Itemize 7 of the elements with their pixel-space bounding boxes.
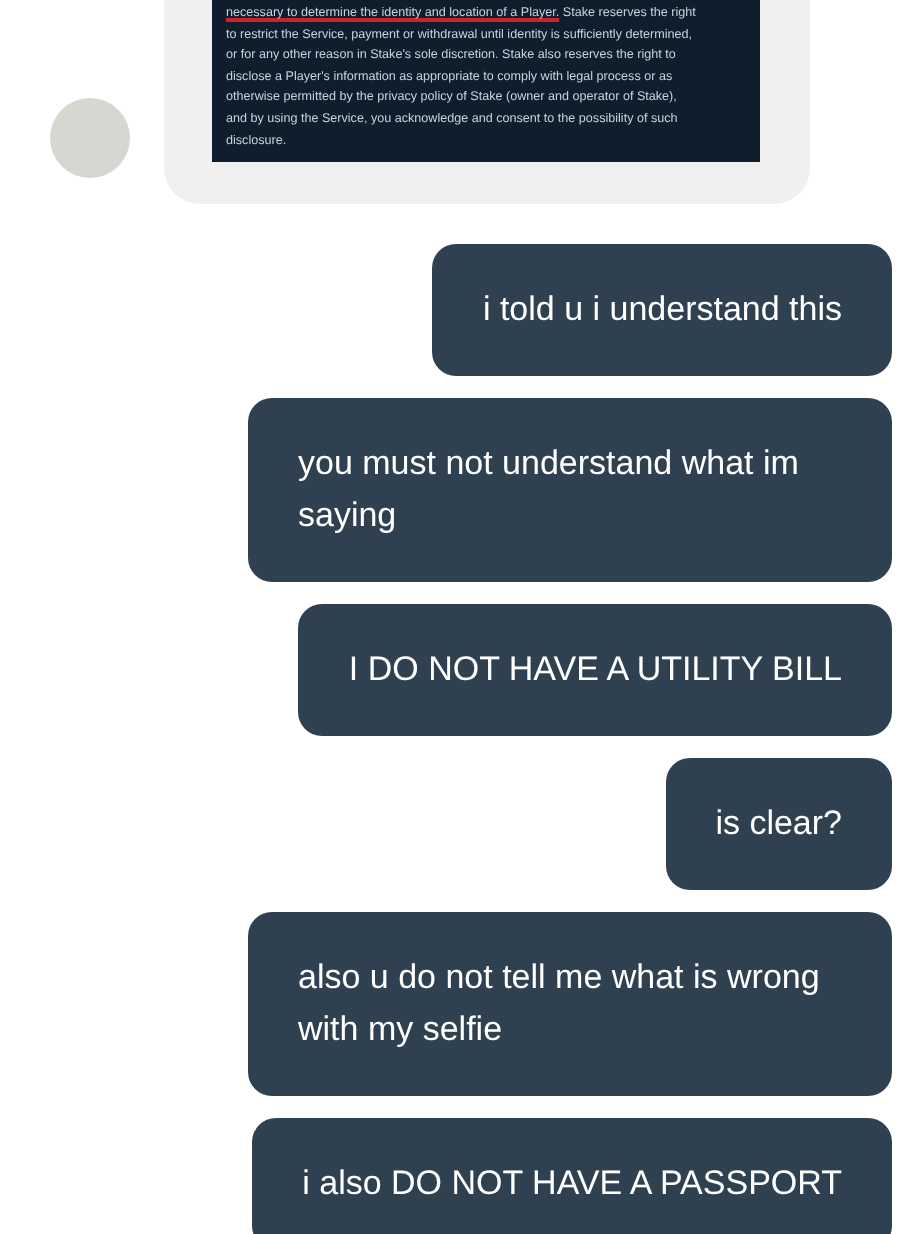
avatar xyxy=(50,98,130,179)
message-bubble: i told u i understand this xyxy=(432,244,892,377)
message-bubble: you must not understand what im saying xyxy=(248,398,892,583)
message-bubble: I DO NOT HAVE A UTILITY BILL xyxy=(298,604,892,737)
message-bubble: i also DO NOT HAVE A PASSPORT xyxy=(252,1118,892,1234)
message-bubble: also u do not tell me what is wrong with my selfie xyxy=(248,912,892,1097)
message-bubble: is clear? xyxy=(665,758,892,891)
